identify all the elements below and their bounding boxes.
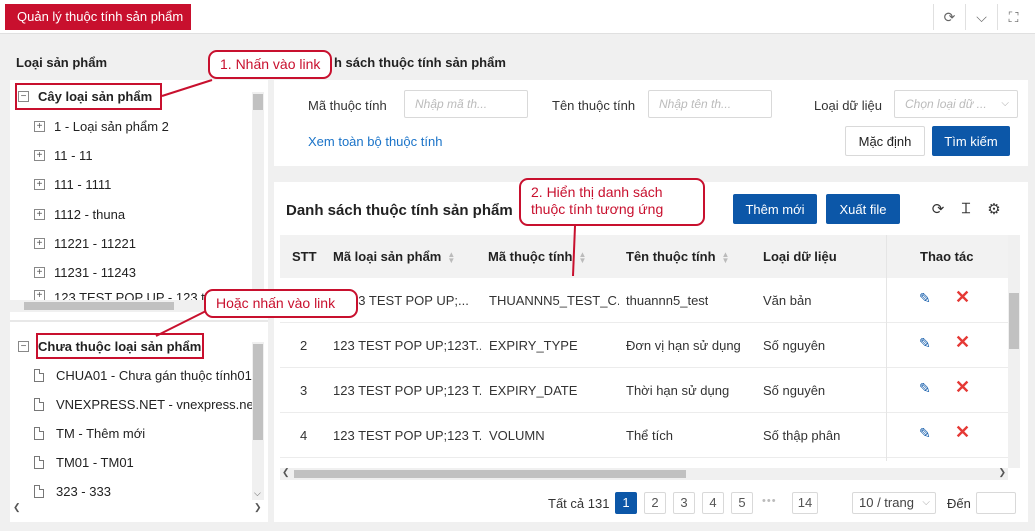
unassigned-scrollbar[interactable] bbox=[252, 342, 264, 500]
document-icon bbox=[34, 397, 44, 411]
scroll-left-arrow-icon[interactable]: ❮ bbox=[282, 467, 290, 478]
highlight-tree-root bbox=[15, 83, 162, 110]
tree-hscroll-thumb[interactable] bbox=[24, 302, 174, 310]
page-ellipsis[interactable]: ••• bbox=[762, 495, 777, 507]
tree-item[interactable]: +11221 - 11221 bbox=[34, 232, 136, 254]
table-hscrollbar[interactable]: ❮ ❯ bbox=[280, 467, 1008, 480]
scroll-left-arrow-icon[interactable]: ❮ bbox=[13, 502, 21, 513]
goto-label: Đến bbox=[947, 496, 971, 511]
view-all-attributes-link[interactable]: Xem toàn bộ thuộc tính bbox=[308, 134, 442, 149]
table-title: Danh sách thuộc tính sản phẩm bbox=[286, 202, 513, 219]
fullscreen-icon[interactable]: ⛶ bbox=[997, 4, 1029, 30]
page-button-last[interactable]: 14 bbox=[792, 492, 818, 514]
column-header-product-type-code[interactable]: Mã loại sản phẩm ▲ ▼ bbox=[333, 235, 455, 279]
tree-item[interactable]: +1112 - thuna bbox=[34, 203, 125, 225]
attribute-list-panel: Danh sách thuộc tính sản phẩm Thêm mới X… bbox=[274, 182, 1028, 522]
page-size-select[interactable]: 10 / trang ⌵ bbox=[852, 492, 936, 514]
list-item[interactable]: TM01 - TM01 bbox=[34, 451, 134, 473]
document-icon bbox=[34, 484, 44, 498]
refresh-icon[interactable]: ⟳ bbox=[928, 200, 948, 220]
callout-show-list: 2. Hiển thị danh sách thuộc tính tương ứ… bbox=[519, 178, 705, 226]
goto-page-input[interactable] bbox=[976, 492, 1016, 514]
tree-item[interactable]: +11 - 11 bbox=[34, 144, 93, 166]
default-button[interactable]: Mặc định bbox=[845, 126, 925, 156]
expand-icon[interactable]: + bbox=[34, 208, 45, 220]
page-button[interactable]: 4 bbox=[702, 492, 724, 514]
tree-scrollbar[interactable] bbox=[252, 92, 264, 300]
delete-icon[interactable]: ✕ bbox=[955, 332, 970, 353]
expand-icon[interactable]: + bbox=[34, 237, 45, 249]
scroll-right-arrow-icon[interactable]: ❯ bbox=[254, 502, 262, 513]
unassigned-scroll-thumb[interactable] bbox=[253, 344, 263, 440]
table-vscrollbar[interactable] bbox=[1008, 235, 1020, 468]
callout-or-click-link: Hoặc nhấn vào link bbox=[204, 289, 358, 318]
actions-column bbox=[886, 235, 1002, 461]
list-item[interactable]: CHUA01 - Chưa gán thuộc tính01 bbox=[34, 364, 252, 386]
edit-icon[interactable]: ✎ bbox=[919, 335, 931, 352]
add-button[interactable]: Thêm mới bbox=[733, 194, 817, 224]
column-header-data-type: Loại dữ liệu bbox=[763, 249, 837, 264]
attr-code-input[interactable]: Nhập mã th... bbox=[404, 90, 528, 118]
scroll-down-arrow-icon[interactable]: ⌵ bbox=[254, 488, 261, 499]
edit-icon[interactable]: ✎ bbox=[919, 380, 931, 397]
column-header-stt: STT bbox=[292, 249, 317, 264]
column-header-attr-code[interactable]: Mã thuộc tính ▲ ▼ bbox=[488, 235, 586, 279]
delete-icon[interactable]: ✕ bbox=[955, 422, 970, 443]
expand-icon[interactable]: + bbox=[34, 149, 45, 161]
expand-icon[interactable]: + bbox=[34, 120, 45, 132]
page-button[interactable]: 1 bbox=[615, 492, 637, 514]
filter-panel-title: h sách thuộc tính sản phẩm bbox=[274, 44, 1028, 80]
section-divider bbox=[10, 320, 268, 322]
document-icon bbox=[34, 368, 44, 382]
page-button[interactable]: 3 bbox=[673, 492, 695, 514]
product-type-panel: Loại sản phẩm − Cây loại sản phẩm +1 - L… bbox=[10, 44, 268, 522]
tree-item[interactable]: +11231 - 11243 bbox=[34, 261, 136, 283]
delete-icon[interactable]: ✕ bbox=[955, 287, 970, 308]
scroll-right-arrow-icon[interactable]: ❯ bbox=[998, 467, 1006, 478]
edit-icon[interactable]: ✎ bbox=[919, 290, 931, 307]
collapse-icon[interactable]: − bbox=[18, 340, 29, 352]
attr-name-label: Tên thuộc tính bbox=[552, 98, 636, 113]
window-title-tab[interactable]: Quản lý thuộc tính sản phẩm bbox=[5, 4, 191, 30]
search-button[interactable]: Tìm kiếm bbox=[932, 126, 1010, 156]
tree-scroll-thumb[interactable] bbox=[253, 94, 263, 110]
highlight-unassigned-root bbox=[36, 333, 204, 359]
document-icon bbox=[34, 426, 44, 440]
attr-code-label: Mã thuộc tính bbox=[308, 98, 387, 113]
chevron-down-icon: ⌵ bbox=[1001, 98, 1009, 109]
document-icon bbox=[34, 455, 44, 469]
window-controls: ⟳ ⌵ ⛶ bbox=[933, 4, 1029, 30]
chevron-down-icon[interactable]: ⌵ bbox=[965, 4, 997, 30]
sort-icon[interactable]: ▲ ▼ bbox=[579, 250, 587, 264]
list-item[interactable]: VNEXPRESS.NET - vnexpress.net bbox=[34, 393, 257, 415]
page-button[interactable]: 5 bbox=[731, 492, 753, 514]
total-count: Tất cả 131 bbox=[548, 496, 610, 511]
attr-name-input[interactable]: Nhập tên th... bbox=[648, 90, 772, 118]
refresh-icon[interactable]: ⟳ bbox=[933, 4, 965, 30]
tree-item[interactable]: +1 - Loại sản phẩm 2 bbox=[34, 115, 169, 137]
page-button[interactable]: 2 bbox=[644, 492, 666, 514]
expand-icon[interactable]: + bbox=[34, 178, 45, 190]
tree-item[interactable]: +111 - 1111 bbox=[34, 173, 111, 195]
table-vscroll-thumb[interactable] bbox=[1009, 293, 1019, 349]
top-bar: Quản lý thuộc tính sản phẩm ⟳ ⌵ ⛶ bbox=[0, 0, 1035, 34]
export-button[interactable]: Xuất file bbox=[826, 194, 900, 224]
sort-icon[interactable]: ▲ ▼ bbox=[722, 250, 730, 264]
settings-icon[interactable]: ⚙ bbox=[984, 200, 1004, 220]
filter-panel: h sách thuộc tính sản phẩm Mã thuộc tính… bbox=[274, 44, 1028, 166]
table-hscroll-thumb[interactable] bbox=[294, 470, 686, 478]
edit-icon[interactable]: ✎ bbox=[919, 425, 931, 442]
callout-click-link: 1. Nhấn vào link bbox=[208, 50, 333, 79]
sort-icon[interactable]: ▲ ▼ bbox=[447, 250, 455, 264]
chevron-down-icon: ⌵ bbox=[922, 497, 930, 508]
delete-icon[interactable]: ✕ bbox=[955, 377, 970, 398]
column-height-icon[interactable]: ⌶ bbox=[956, 200, 976, 220]
data-type-label: Loại dữ liệu bbox=[814, 98, 882, 113]
data-type-select[interactable]: Chọn loại dữ ... ⌵ bbox=[894, 90, 1018, 118]
expand-icon[interactable]: + bbox=[34, 266, 45, 278]
list-item[interactable]: 323 - 333 bbox=[34, 480, 111, 502]
list-item[interactable]: TM - Thêm mới bbox=[34, 422, 145, 444]
column-header-attr-name[interactable]: Tên thuộc tính ▲ ▼ bbox=[626, 235, 729, 279]
